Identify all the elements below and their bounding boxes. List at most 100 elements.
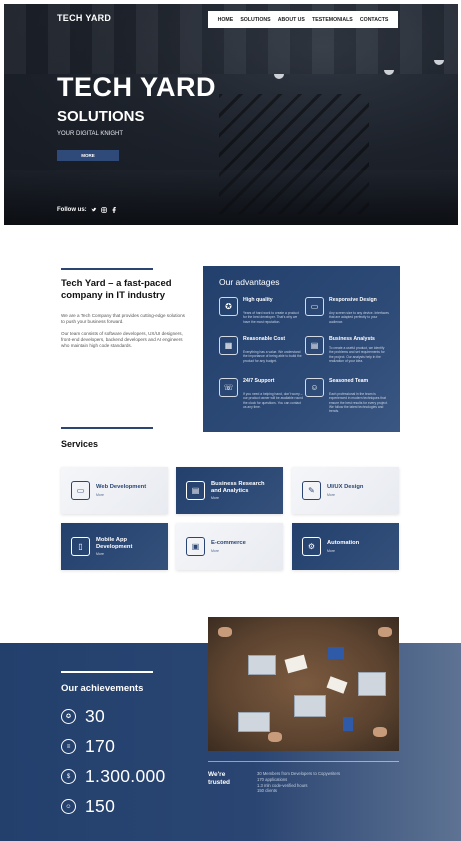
ceiling-lamp xyxy=(384,70,394,75)
advantages-title: Our advantages xyxy=(219,277,280,287)
advantage-title: 24/7 Support xyxy=(243,378,275,384)
trusted-line: 30 Members from Developers to Copywriter… xyxy=(257,771,341,776)
paper xyxy=(284,654,308,674)
advantage-desc: Any screen size to any device. Interface… xyxy=(329,311,389,324)
twitter-icon[interactable] xyxy=(91,207,97,213)
service-mobile-app[interactable]: ▯ Mobile App Development More xyxy=(61,523,168,570)
service-title: Web Development xyxy=(96,484,147,491)
hero-title: TECH YARD xyxy=(57,72,217,102)
trusted-divider xyxy=(208,761,399,762)
advantage-desc: If you need a helping hand, don't worry … xyxy=(243,392,303,409)
calculator-icon: ▦ xyxy=(219,336,238,355)
hero-floor xyxy=(4,170,458,225)
design-icon: ✎ xyxy=(302,481,321,500)
team-icon: ☺ xyxy=(305,378,324,397)
paper xyxy=(326,676,348,694)
service-web-development[interactable]: ▭ Web Development More xyxy=(61,467,168,514)
service-more-link[interactable]: More xyxy=(211,496,273,500)
support-icon: ☏ xyxy=(219,378,238,397)
nav-contacts[interactable]: CONTACTS xyxy=(360,17,388,23)
service-e-commerce[interactable]: ▣ E-commerce More xyxy=(176,523,283,570)
achievement-value: 150 xyxy=(85,796,116,816)
trusted-list: 30 Members from Developers to Copywriter… xyxy=(257,771,340,794)
about-divider xyxy=(61,268,153,270)
about-title-line2: company in IT industry xyxy=(61,290,165,301)
instagram-icon[interactable] xyxy=(100,207,107,213)
more-button[interactable]: MORE xyxy=(57,150,119,161)
achievement-row: $ 1.300.000 xyxy=(61,766,166,787)
advantage-title: Reasonable Cost xyxy=(243,336,286,342)
services-divider xyxy=(61,427,153,429)
service-title: Automation xyxy=(327,540,360,547)
service-ui-ux-design[interactable]: ✎ UI/UX Design More xyxy=(292,467,399,514)
follow-label: Follow us: xyxy=(57,207,87,213)
facebook-icon[interactable] xyxy=(111,207,117,213)
about-paragraph-1: We are a Tech Company that provides cutt… xyxy=(61,313,185,325)
main-nav: HOME SOLUTIONS ABOUT US TESTEMONIALS CON… xyxy=(208,11,398,28)
web-icon: ▭ xyxy=(71,481,90,500)
nav-solutions[interactable]: SOLUTIONS xyxy=(240,17,270,23)
service-title: Business Research and Analytics xyxy=(211,480,265,494)
service-more-link[interactable]: More xyxy=(96,552,146,556)
advantages-panel: Our advantages ✪ High quality Years of h… xyxy=(203,266,400,432)
trusted-title-line1: We're xyxy=(208,771,226,778)
service-more-link[interactable]: More xyxy=(327,549,359,553)
nav-testemonials[interactable]: TESTEMONIALS xyxy=(312,17,353,23)
advantage-title: Responsive Design xyxy=(329,297,377,303)
achievement-row: ✪ 30 xyxy=(61,706,105,727)
service-title: E-commerce xyxy=(211,540,246,547)
trusted-line: 150 clients xyxy=(257,788,278,794)
hand xyxy=(268,732,282,742)
tablet xyxy=(328,647,344,659)
gears-icon: ⚙ xyxy=(302,537,321,556)
service-more-link[interactable]: More xyxy=(96,493,146,497)
service-more-link[interactable]: More xyxy=(327,493,363,497)
service-business-research[interactable]: ▤ Business Research and Analytics More xyxy=(176,467,283,514)
laptop xyxy=(358,672,386,696)
achievement-value: 1.300.000 xyxy=(85,766,166,786)
mobile-icon: ▯ xyxy=(71,537,90,556)
people-icon: ☺ xyxy=(61,799,76,814)
service-more-link[interactable]: More xyxy=(211,549,246,553)
achievement-row: ≡ 170 xyxy=(61,736,115,757)
monitor-icon: ▭ xyxy=(305,297,324,316)
document-icon: ≡ xyxy=(61,739,76,754)
laptop xyxy=(248,655,276,675)
achievement-value: 30 xyxy=(85,706,106,726)
achievements-divider xyxy=(61,671,153,673)
follow-us: Follow us: xyxy=(57,207,117,213)
chart-icon: ▤ xyxy=(305,336,324,355)
award-icon: ✪ xyxy=(219,297,238,316)
phone xyxy=(343,717,353,731)
nav-about-us[interactable]: ABOUT US xyxy=(278,17,305,23)
team-photo xyxy=(208,617,399,751)
achievement-value: 170 xyxy=(85,736,116,756)
hero-subtitle: SOLUTIONS xyxy=(57,108,145,125)
ceiling-lamp xyxy=(274,74,284,79)
about-paragraph-2: Our team consists of software developers… xyxy=(61,331,183,349)
hand xyxy=(373,727,387,737)
about-title: Tech Yard – a fast-paced company in IT i… xyxy=(61,278,191,302)
laptop xyxy=(294,695,326,717)
hand xyxy=(218,627,232,637)
research-icon: ▤ xyxy=(186,481,205,500)
hand xyxy=(378,627,392,637)
service-automation[interactable]: ⚙ Automation More xyxy=(292,523,399,570)
coins-icon: $ xyxy=(61,769,76,784)
service-title: UI/UX Design xyxy=(327,484,364,491)
about-title-line1: Tech Yard – a fast-paced xyxy=(61,278,172,289)
advantage-title: Business Analysts xyxy=(329,336,375,342)
achievements-title: Our achievements xyxy=(61,683,144,694)
advantage-desc: Everything has a value. We understand th… xyxy=(243,350,302,363)
cart-icon: ▣ xyxy=(186,537,205,556)
trusted-title-line2: trusted xyxy=(208,778,231,786)
advantage-desc: Years of hard work to create a product f… xyxy=(243,311,299,324)
hero-tagline: YOUR DIGITAL KNIGHT xyxy=(57,131,124,137)
services-title: Services xyxy=(61,439,99,449)
trusted-title: We're trusted xyxy=(208,771,230,786)
advantage-title: High quality xyxy=(243,297,273,303)
advantage-desc: To create a useful product, we identify … xyxy=(329,346,385,363)
nav-home[interactable]: HOME xyxy=(218,17,234,23)
service-title: Mobile App Development xyxy=(96,536,133,550)
site-logo[interactable]: TECH YARD xyxy=(57,13,111,23)
